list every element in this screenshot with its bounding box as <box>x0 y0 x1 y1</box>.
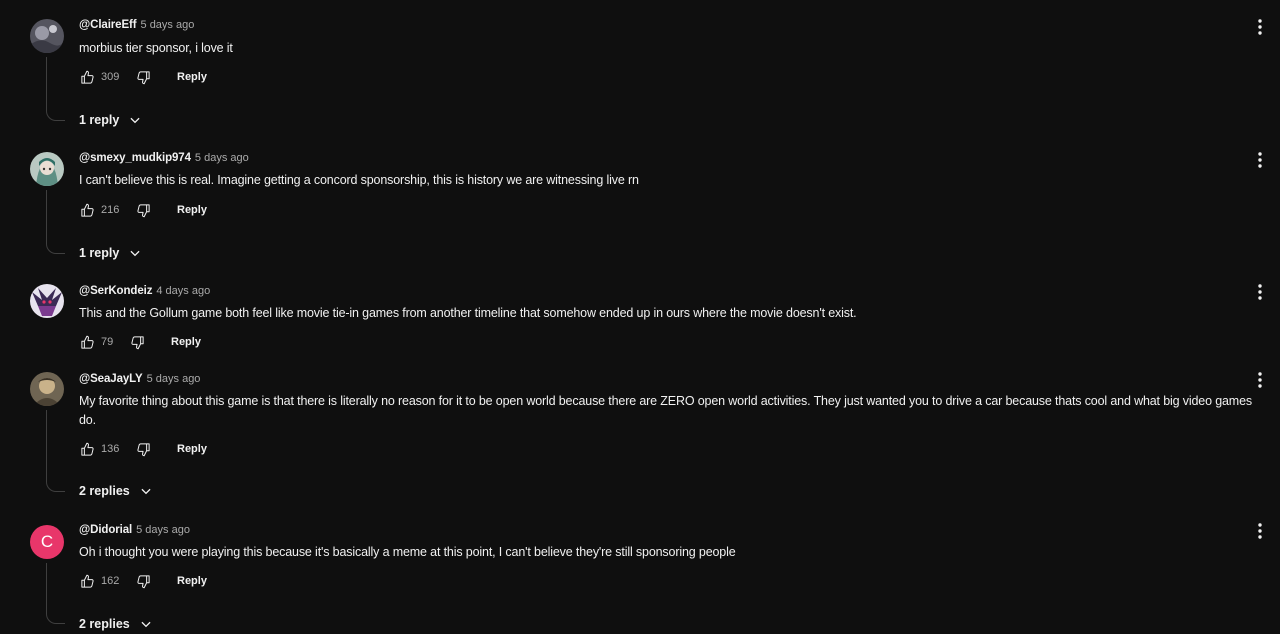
chevron-down-icon <box>128 246 142 260</box>
reply-button[interactable]: Reply <box>177 204 207 216</box>
thumbs-down-icon[interactable] <box>135 441 151 457</box>
thumbs-up-icon[interactable] <box>79 69 95 85</box>
comment-actions: 136 Reply <box>79 440 207 458</box>
replies-count-label: 2 replies <box>79 617 130 631</box>
thread-line <box>46 57 65 121</box>
comment-text: My favorite thing about this game is tha… <box>79 394 1252 427</box>
comment-actions: 79 Reply <box>79 333 201 351</box>
comment-text: I can't believe this is real. Imagine ge… <box>79 173 639 187</box>
view-replies-button[interactable]: 1 reply <box>79 111 142 129</box>
comment-header: @SeaJayLY 5 days ago <box>79 373 200 389</box>
timestamp[interactable]: 5 days ago <box>147 373 201 385</box>
view-replies-button[interactable]: 2 replies <box>79 482 153 500</box>
comment-actions: 309 Reply <box>79 68 207 86</box>
author-name[interactable]: @smexy_mudkip974 <box>79 152 191 164</box>
thread-line <box>46 190 65 254</box>
reply-button[interactable]: Reply <box>177 443 207 455</box>
timestamp[interactable]: 4 days ago <box>156 285 210 297</box>
timestamp[interactable]: 5 days ago <box>136 524 190 536</box>
timestamp[interactable]: 5 days ago <box>141 19 195 31</box>
replies-count-label: 1 reply <box>79 113 120 127</box>
chevron-down-icon <box>128 113 142 127</box>
thumbs-up-icon[interactable] <box>79 441 95 457</box>
reply-button[interactable]: Reply <box>177 575 207 587</box>
view-replies-button[interactable]: 2 replies <box>79 615 153 633</box>
more-vert-icon[interactable] <box>1250 370 1270 390</box>
more-vert-icon[interactable] <box>1250 521 1270 541</box>
comment-header: @Didorial 5 days ago <box>79 524 190 540</box>
thumbs-up-icon[interactable] <box>79 202 95 218</box>
more-vert-icon[interactable] <box>1250 282 1270 302</box>
thumbs-down-icon[interactable] <box>135 202 151 218</box>
replies-count-label: 2 replies <box>79 484 130 498</box>
comment-header: @smexy_mudkip974 5 days ago <box>79 152 249 168</box>
avatar[interactable] <box>30 372 64 406</box>
like-count: 136 <box>101 443 120 455</box>
like-count: 216 <box>101 204 120 216</box>
comment-text: Oh i thought you were playing this becau… <box>79 545 736 559</box>
replies-count-label: 1 reply <box>79 246 120 260</box>
comment-header: @ClaireEff 5 days ago <box>79 19 194 35</box>
thread-line <box>46 410 65 492</box>
thumbs-up-icon[interactable] <box>79 573 95 589</box>
avatar[interactable] <box>30 284 64 318</box>
avatar-letter: C <box>40 532 54 551</box>
reply-button[interactable]: Reply <box>177 71 207 83</box>
author-name[interactable]: @Didorial <box>79 524 132 536</box>
comment-actions: 216 Reply <box>79 201 207 219</box>
thumbs-up-icon[interactable] <box>79 334 95 350</box>
thumbs-down-icon[interactable] <box>129 334 145 350</box>
thumbs-down-icon[interactable] <box>135 573 151 589</box>
comment-actions: 162 Reply <box>79 572 207 590</box>
timestamp[interactable]: 5 days ago <box>195 152 249 164</box>
author-name[interactable]: @SerKondeiz <box>79 285 152 297</box>
author-name[interactable]: @SeaJayLY <box>79 373 143 385</box>
like-count: 162 <box>101 575 120 587</box>
chevron-down-icon <box>139 617 153 631</box>
comment-text: morbius tier sponsor, i love it <box>79 41 233 55</box>
more-vert-icon[interactable] <box>1250 150 1270 170</box>
chevron-down-icon <box>139 484 153 498</box>
comment-text: This and the Gollum game both feel like … <box>79 306 857 320</box>
thumbs-down-icon[interactable] <box>135 69 151 85</box>
comment-header: @SerKondeiz 4 days ago <box>79 285 210 301</box>
avatar[interactable]: C <box>30 525 64 559</box>
avatar[interactable] <box>30 19 64 53</box>
reply-button[interactable]: Reply <box>171 336 201 348</box>
thread-line <box>46 563 65 624</box>
like-count: 309 <box>101 71 120 83</box>
like-count: 79 <box>101 336 114 348</box>
author-name[interactable]: @ClaireEff <box>79 19 137 31</box>
more-vert-icon[interactable] <box>1250 17 1270 37</box>
avatar[interactable] <box>30 152 64 186</box>
view-replies-button[interactable]: 1 reply <box>79 244 142 262</box>
